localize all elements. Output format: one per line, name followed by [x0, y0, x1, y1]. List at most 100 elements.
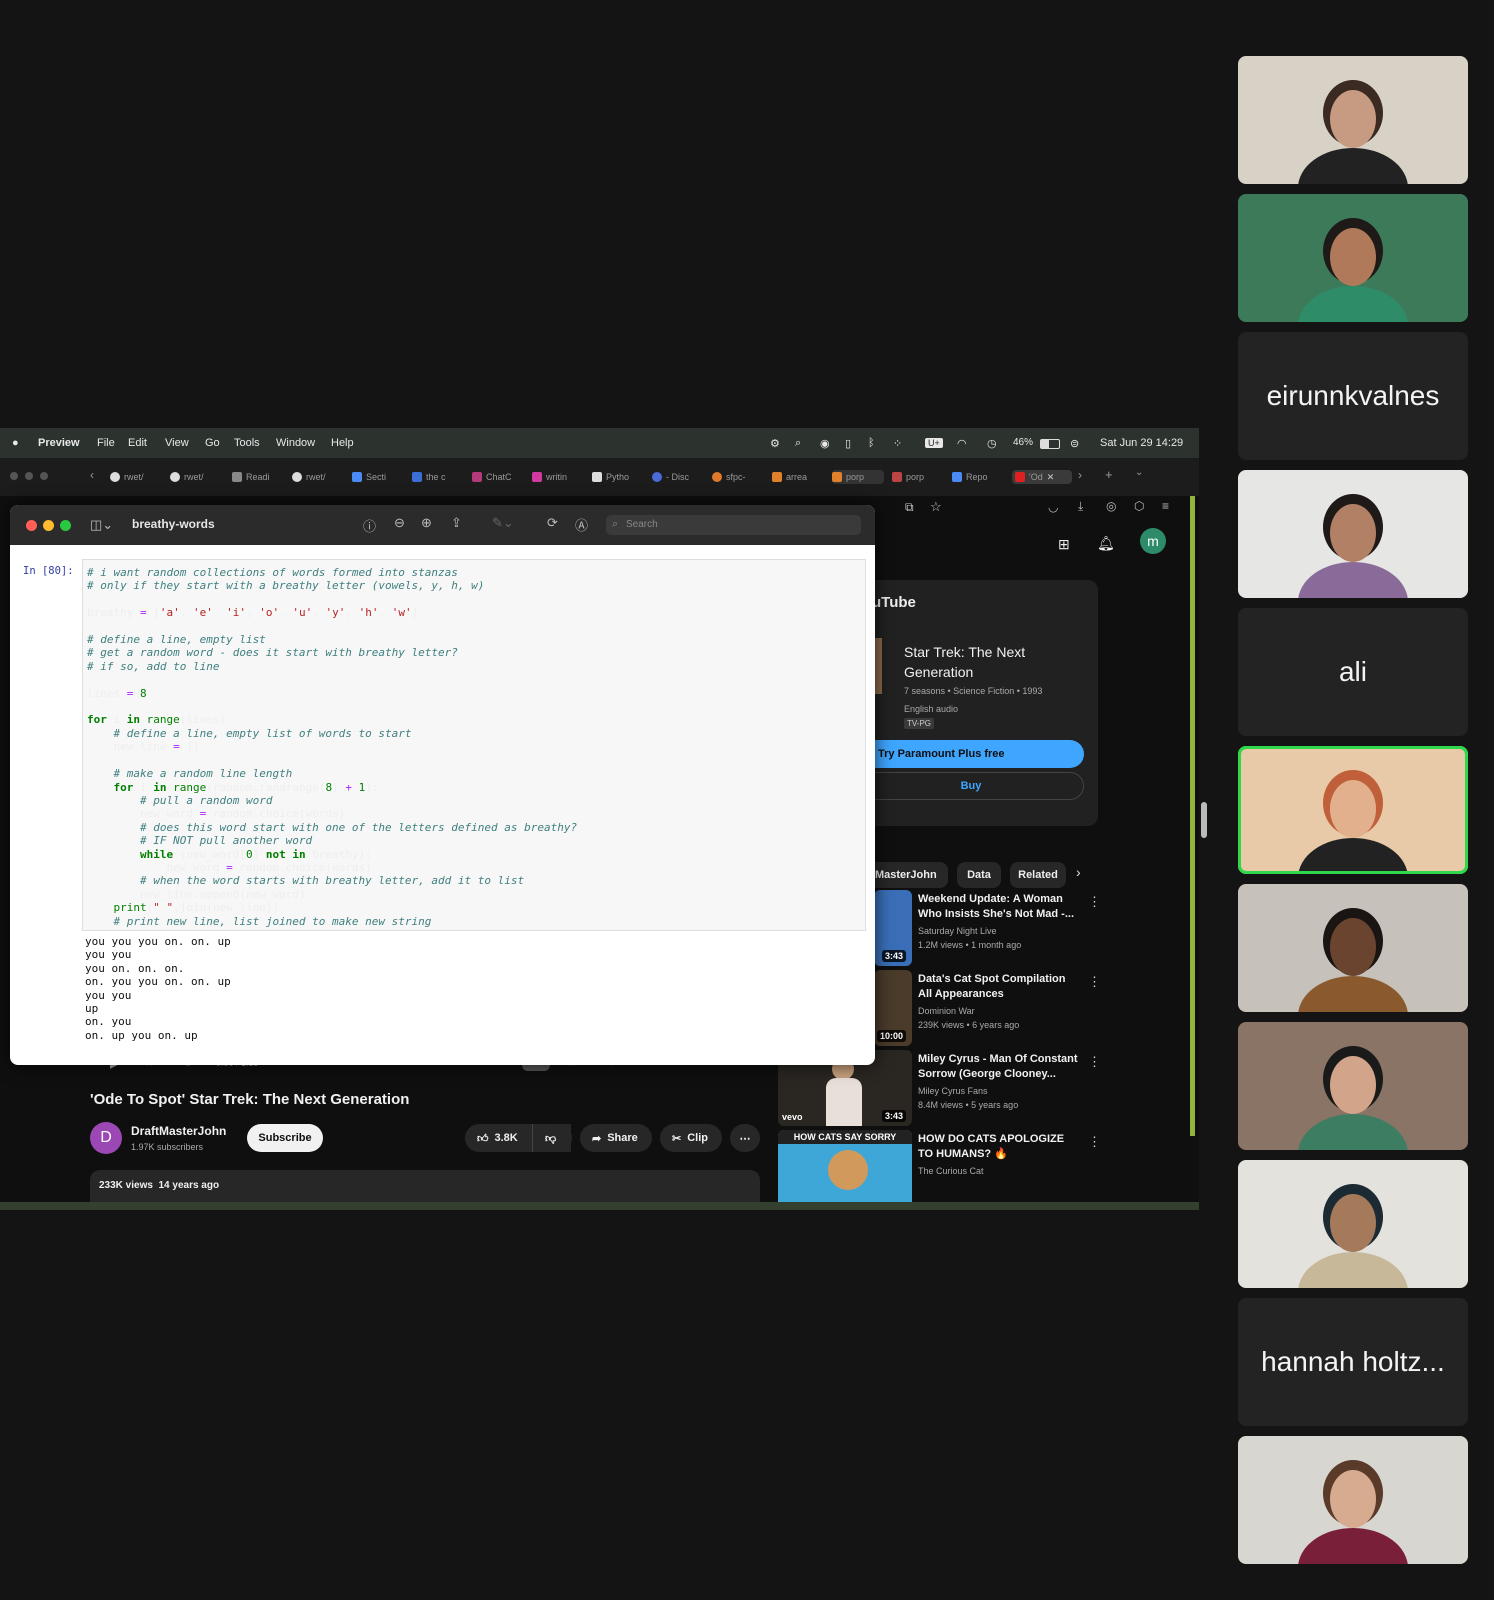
share-icon[interactable]: ⇪ — [451, 515, 462, 531]
browser-tab[interactable]: the c — [412, 470, 464, 484]
markup-pen-icon[interactable]: ✎⌄ — [492, 515, 514, 531]
window-close-button[interactable] — [10, 472, 18, 480]
play-icon[interactable]: ◉ — [820, 437, 830, 450]
participant-name-tile[interactable]: ali — [1238, 608, 1468, 736]
minimize-window-button[interactable] — [43, 520, 54, 531]
share-button[interactable]: ➦ Share — [580, 1124, 652, 1152]
browser-tab[interactable]: porp — [892, 470, 944, 484]
subscribe-button[interactable]: Subscribe — [247, 1124, 323, 1152]
participant-name-tile[interactable]: eirunnkvalnes — [1238, 332, 1468, 460]
zoom-out-icon[interactable]: ⊖ — [394, 515, 405, 531]
window-minimize-button[interactable] — [25, 472, 33, 480]
browser-tab[interactable]: writin — [532, 470, 584, 484]
wifi-icon[interactable]: ◠ — [957, 437, 967, 450]
bluetooth-icon[interactable]: ᛒ — [868, 437, 875, 449]
tab-list-icon[interactable]: ⌄ — [1135, 467, 1143, 478]
browser-tab[interactable]: - Disc — [652, 470, 704, 484]
bookmark-star-icon[interactable]: ☆ — [930, 499, 942, 515]
tab-back-icon[interactable]: ‹ — [90, 468, 94, 482]
picture-in-picture-icon[interactable]: ⧉ — [905, 500, 914, 515]
more-vertical-icon[interactable]: ⋮ — [1088, 974, 1101, 990]
browser-tab[interactable]: rwet/ — [292, 470, 344, 484]
chip-data[interactable]: Data — [957, 862, 1001, 888]
notifications-bell-icon[interactable]: 🔔︎ — [1097, 535, 1115, 552]
pocket-icon[interactable]: ◡ — [1048, 500, 1058, 514]
channel-name[interactable]: DraftMasterJohn — [131, 1124, 226, 1138]
description-box[interactable]: 233K views 14 years ago — [90, 1170, 760, 1202]
participant-video-tile[interactable] — [1238, 1436, 1468, 1564]
menu-tools[interactable]: Tools — [234, 437, 260, 449]
chip-related[interactable]: Related — [1010, 862, 1066, 888]
tab-forward-icon[interactable]: › — [1078, 468, 1082, 482]
participant-video-tile[interactable] — [1238, 194, 1468, 322]
video-title[interactable]: Miley Cyrus - Man Of Constant Sorrow (Ge… — [918, 1052, 1078, 1082]
participant-video-tile[interactable] — [1238, 470, 1468, 598]
participant-video-tile[interactable] — [1238, 1022, 1468, 1150]
dislike-button[interactable]: 👎︎ — [532, 1124, 572, 1152]
video-thumbnail[interactable]: HOW CATS SAY SORRY — [778, 1130, 912, 1202]
new-tab-icon[interactable]: + — [1105, 467, 1113, 482]
more-actions-button[interactable]: ⋯ — [730, 1124, 760, 1152]
zoom-window-button[interactable] — [60, 520, 71, 531]
browser-tab[interactable]: Pytho — [592, 470, 644, 484]
extensions-icon[interactable]: ⬡ — [1134, 499, 1144, 513]
video-title[interactable]: Data's Cat Spot Compilation All Appearan… — [918, 972, 1078, 1002]
more-vertical-icon[interactable]: ⋮ — [1088, 894, 1101, 910]
mouse-icon[interactable]: ▯ — [845, 437, 851, 450]
browser-tab-active[interactable]: 'Od ✕ — [1012, 470, 1072, 484]
info-icon[interactable]: ⓘ — [363, 516, 376, 535]
layout-resize-handle[interactable] — [1201, 802, 1207, 838]
browser-tab[interactable]: arrea — [772, 470, 824, 484]
menu-view[interactable]: View — [165, 437, 189, 449]
video-thumbnail[interactable]: 10:00 — [874, 970, 912, 1046]
browser-tab[interactable]: Repo — [952, 470, 1004, 484]
control-center-icon[interactable]: ⊜ — [1070, 437, 1079, 450]
menu-window[interactable]: Window — [276, 437, 315, 449]
menu-app-name[interactable]: Preview — [38, 437, 80, 449]
browser-tab[interactable]: sfpc- — [712, 470, 764, 484]
browser-tab[interactable]: Readi — [232, 470, 284, 484]
video-title[interactable]: Weekend Update: A Woman Who Insists She'… — [918, 892, 1078, 922]
browser-tab[interactable]: rwet/ — [110, 470, 162, 484]
browser-tab[interactable]: rwet/ — [170, 470, 222, 484]
apple-icon[interactable]: ● — [12, 437, 19, 449]
buy-button[interactable]: Buy — [858, 772, 1084, 800]
show-title[interactable]: Star Trek: The Next Generation — [904, 642, 1064, 682]
participant-video-tile[interactable] — [1238, 1160, 1468, 1288]
chips-next-icon[interactable]: › — [1076, 864, 1081, 880]
markup-icon[interactable]: Ⓐ — [575, 515, 588, 534]
battery-icon[interactable] — [1040, 439, 1060, 449]
download-icon[interactable]: ⤓ — [1078, 499, 1083, 514]
search-icon[interactable]: ⌕ — [795, 437, 801, 450]
rotate-icon[interactable]: ⟳ — [547, 515, 558, 531]
video-thumbnail[interactable]: 3:43 — [874, 890, 912, 966]
input-source-icon[interactable]: U+ — [925, 438, 943, 448]
menu-go[interactable]: Go — [205, 437, 220, 449]
browser-tab[interactable]: Secti — [352, 470, 404, 484]
menu-file[interactable]: File — [97, 437, 115, 449]
participant-video-tile[interactable] — [1238, 746, 1468, 874]
try-paramount-button[interactable]: Try Paramount Plus free — [858, 740, 1084, 768]
clock-icon[interactable]: ◷ — [987, 437, 997, 450]
video-title[interactable]: HOW DO CATS APOLOGIZE TO HUMANS? 🔥 — [918, 1132, 1078, 1162]
window-zoom-button[interactable] — [40, 472, 48, 480]
close-window-button[interactable] — [26, 520, 37, 531]
menu-icon[interactable]: ≡ — [1162, 499, 1169, 513]
participant-video-tile[interactable] — [1238, 56, 1468, 184]
participant-video-tile[interactable] — [1238, 884, 1468, 1012]
tab-close-icon[interactable]: ✕ — [1047, 472, 1055, 483]
more-vertical-icon[interactable]: ⋮ — [1088, 1134, 1101, 1150]
more-vertical-icon[interactable]: ⋮ — [1088, 1054, 1101, 1070]
browser-tab-hover[interactable]: porp — [832, 470, 884, 484]
create-icon[interactable]: ⊞ — [1058, 536, 1070, 553]
participant-name-tile[interactable]: hannah holtz... — [1238, 1298, 1468, 1426]
browser-tab[interactable]: ChatC — [472, 470, 524, 484]
account-icon[interactable]: ◎ — [1106, 499, 1116, 513]
dots-icon[interactable]: ⁘ — [893, 437, 902, 450]
sidebar-toggle-icon[interactable]: ◫⌄ — [90, 517, 113, 533]
menu-edit[interactable]: Edit — [128, 437, 147, 449]
channel-avatar[interactable]: D — [90, 1122, 122, 1154]
recommended-video[interactable]: HOW CATS SAY SORRY HOW DO CATS APOLOGIZE… — [778, 1130, 1148, 1202]
user-avatar[interactable]: m — [1140, 528, 1166, 554]
search-field[interactable]: ⌕ Search — [606, 515, 861, 535]
